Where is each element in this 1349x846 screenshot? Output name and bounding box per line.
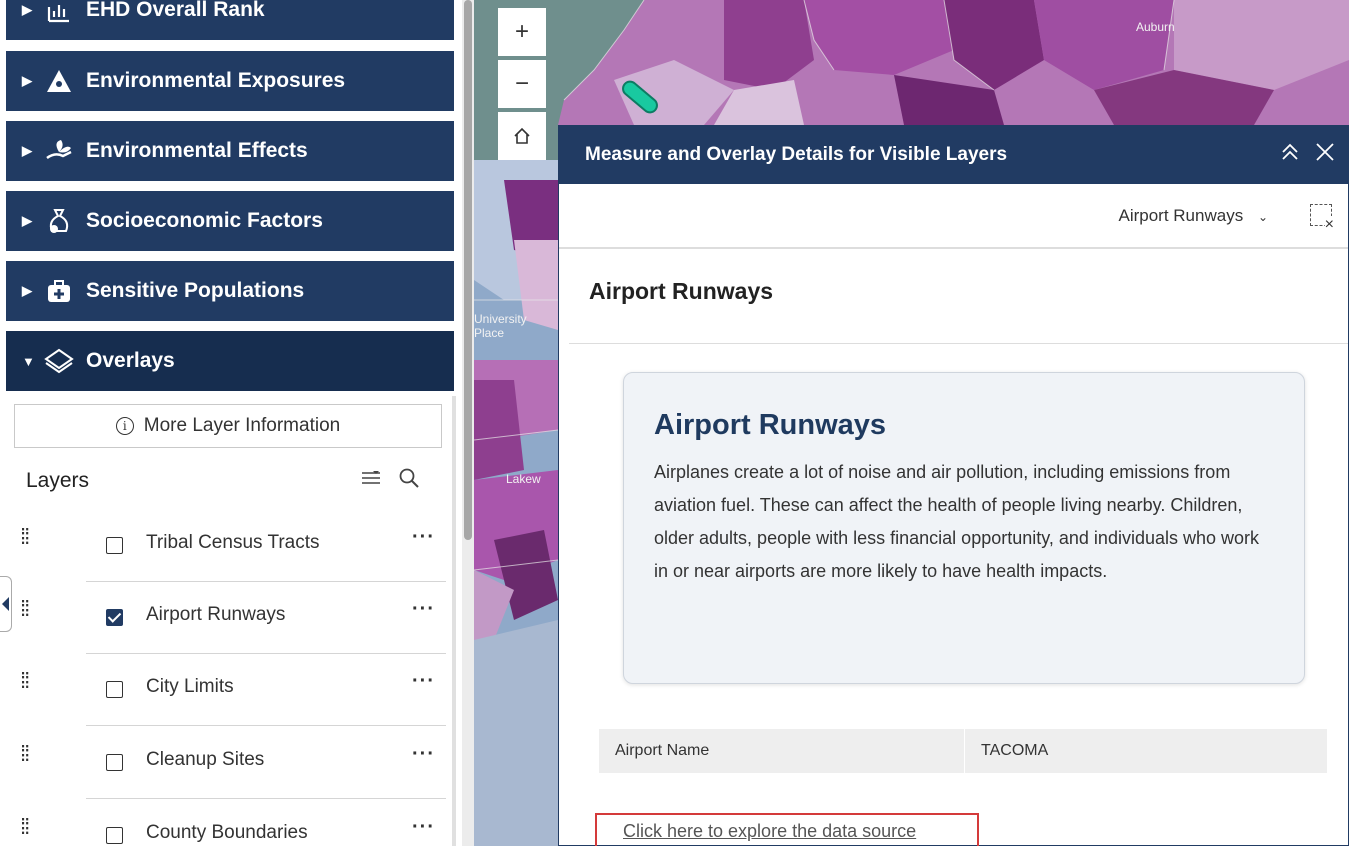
- category-environmental-effects[interactable]: ▶ Environmental Effects: [6, 121, 454, 181]
- layer-checkbox[interactable]: [106, 754, 123, 771]
- layer-row-city-limits[interactable]: ⁞⁞ City Limits ···: [6, 654, 446, 726]
- category-label: Socioeconomic Factors: [86, 209, 323, 232]
- collapse-sidebar-button[interactable]: [0, 576, 12, 632]
- card-body: Airplanes create a lot of noise and air …: [654, 462, 1260, 581]
- layer-row-cleanup-sites[interactable]: ⁞⁞ Cleanup Sites ···: [6, 727, 446, 799]
- layer-row-airport-runways[interactable]: ⁞⁞ Airport Runways ···: [6, 582, 446, 654]
- drag-handle-icon[interactable]: ⁞⁞: [20, 670, 30, 692]
- search-icon[interactable]: [398, 467, 420, 495]
- category-label: Environmental Effects: [86, 139, 308, 162]
- attribute-table: Airport Name TACOMA: [599, 729, 1327, 773]
- clear-selection-icon[interactable]: [1310, 204, 1334, 234]
- zoom-in-glyph: +: [514, 18, 529, 45]
- more-layer-information-button[interactable]: i More Layer Information: [14, 404, 442, 448]
- attribute-value: TACOMA: [981, 742, 1049, 759]
- layer-name: Cleanup Sites: [146, 749, 265, 770]
- hand-plant-icon: [44, 136, 74, 166]
- card-title: Airport Runways: [654, 409, 887, 441]
- layer-select-dropdown[interactable]: Airport Runways ⌄: [1118, 206, 1268, 226]
- category-label: Sensitive Populations: [86, 279, 305, 302]
- zoom-out-button[interactable]: −: [498, 60, 546, 108]
- caret-right-icon: ▶: [22, 143, 32, 158]
- home-button[interactable]: [498, 112, 546, 160]
- layer-name: Tribal Census Tracts: [146, 532, 320, 553]
- panel-section-title: Airport Runways: [589, 278, 774, 304]
- layer-checkbox-checked[interactable]: [106, 609, 123, 626]
- chevron-down-icon: ⌄: [1257, 210, 1268, 224]
- layer-row-county-boundaries[interactable]: ⁞⁞ County Boundaries ···: [6, 800, 446, 846]
- medical-kit-icon: [44, 276, 74, 306]
- data-source-link[interactable]: Click here to explore the data source: [595, 813, 979, 846]
- layer-checkbox[interactable]: [106, 681, 123, 698]
- caret-right-icon: ▶: [22, 2, 32, 17]
- layers-icon: [44, 346, 74, 376]
- map-label-university-place: University Place: [474, 312, 527, 340]
- drag-handle-icon[interactable]: ⁞⁞: [20, 598, 30, 620]
- category-ehd-overall-rank[interactable]: ▶ EHD Overall Rank: [6, 0, 454, 40]
- layer-name: City Limits: [146, 676, 234, 697]
- layer-row-tribal-census-tracts[interactable]: ⁞⁞ Tribal Census Tracts ···: [6, 510, 446, 582]
- selected-layer-label: Airport Runways: [1118, 206, 1244, 225]
- sidebar-scrollbar[interactable]: [462, 0, 474, 846]
- caret-right-icon: ▶: [22, 283, 32, 298]
- drag-handle-icon[interactable]: ⁞⁞: [20, 526, 30, 548]
- row-divider: [86, 725, 446, 726]
- more-options-icon[interactable]: ···: [412, 743, 435, 766]
- category-label: Environmental Exposures: [86, 69, 346, 92]
- category-socioeconomic-factors[interactable]: ▶ Socioeconomic Factors: [6, 191, 454, 251]
- layers-scrollbar[interactable]: [452, 396, 456, 846]
- more-options-icon[interactable]: ···: [412, 526, 435, 549]
- layer-description-card: Airport Runways Airplanes create a lot o…: [623, 372, 1305, 684]
- attribute-key: Airport Name: [599, 729, 965, 773]
- money-bag-icon: [44, 206, 74, 236]
- category-label: Overlays: [86, 349, 175, 372]
- panel-toolbar: Airport Runways ⌄: [559, 184, 1348, 249]
- category-environmental-exposures[interactable]: ▶ Environmental Exposures: [6, 51, 454, 111]
- more-options-icon[interactable]: ···: [412, 670, 435, 693]
- zoom-in-button[interactable]: +: [498, 8, 546, 56]
- layer-checkbox[interactable]: [106, 827, 123, 844]
- details-panel: Measure and Overlay Details for Visible …: [558, 125, 1349, 846]
- row-divider: [86, 798, 446, 799]
- close-icon[interactable]: [1314, 140, 1336, 171]
- layer-name: Airport Runways: [146, 604, 286, 625]
- map-label-auburn: Auburn: [1136, 20, 1175, 34]
- layers-header: Layers: [26, 466, 446, 496]
- map-label-lakewood: Lakew: [506, 472, 541, 486]
- collapse-up-icon[interactable]: [1280, 140, 1300, 171]
- more-options-icon[interactable]: ···: [412, 816, 435, 839]
- caret-right-icon: ▶: [22, 73, 32, 88]
- layers-title: Layers: [26, 469, 90, 492]
- rank-chart-icon: [44, 0, 74, 25]
- filter-list-icon[interactable]: [360, 468, 382, 494]
- panel-header-title: Measure and Overlay Details for Visible …: [585, 144, 1008, 165]
- category-sensitive-populations[interactable]: ▶ Sensitive Populations: [6, 261, 454, 321]
- more-options-icon[interactable]: ···: [412, 598, 435, 621]
- more-info-label: More Layer Information: [143, 415, 341, 436]
- panel-divider: [569, 343, 1348, 344]
- sidebar: ▶ EHD Overall Rank ▶ Environmental Expos…: [6, 0, 456, 846]
- category-label: EHD Overall Rank: [86, 0, 265, 21]
- caret-down-icon: ▼: [22, 353, 35, 369]
- hazard-icon: [44, 66, 74, 96]
- caret-right-icon: ▶: [22, 213, 32, 228]
- panel-header: Measure and Overlay Details for Visible …: [559, 126, 1348, 184]
- scrollbar-thumb[interactable]: [464, 0, 472, 540]
- layer-checkbox[interactable]: [106, 537, 123, 554]
- drag-handle-icon[interactable]: ⁞⁞: [20, 743, 30, 765]
- layer-name: County Boundaries: [146, 822, 308, 843]
- zoom-out-glyph: −: [514, 70, 529, 97]
- home-icon: [514, 127, 530, 144]
- drag-handle-icon[interactable]: ⁞⁞: [20, 816, 30, 838]
- category-overlays[interactable]: ▼ Overlays: [6, 331, 454, 391]
- info-icon: i: [115, 417, 134, 435]
